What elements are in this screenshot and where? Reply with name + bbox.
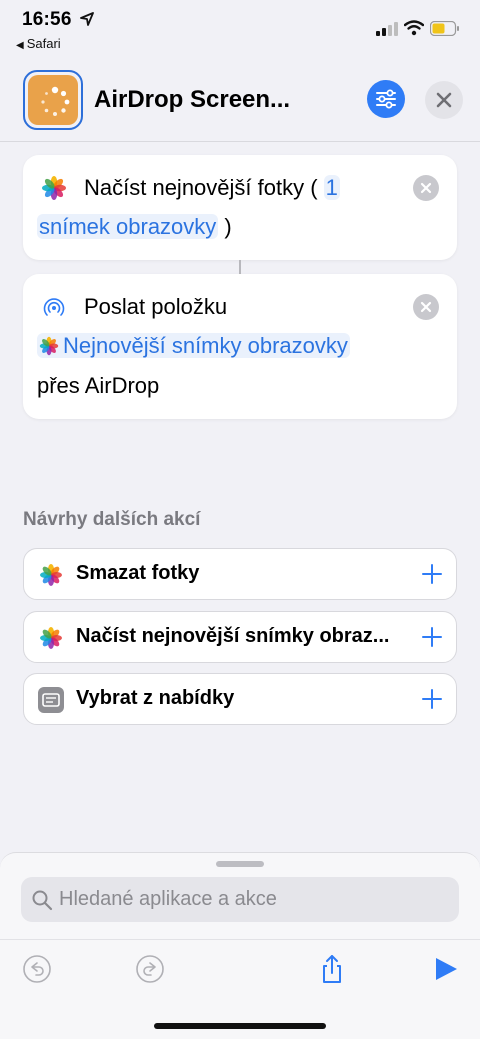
- wifi-icon: [404, 20, 424, 36]
- action-1-line-2: snímek obrazovky ): [37, 212, 232, 242]
- close-icon: [420, 301, 432, 313]
- photos-icon: [38, 562, 64, 588]
- redo-icon[interactable]: [135, 954, 165, 984]
- search-input[interactable]: [59, 877, 449, 922]
- back-app-label: Safari: [26, 36, 61, 51]
- photos-icon: [39, 336, 59, 356]
- shortcut-header: AirDrop Screen...: [0, 64, 480, 142]
- battery-icon: [430, 21, 459, 36]
- action-search-sheet: [0, 852, 480, 1039]
- menu-icon: [38, 687, 64, 713]
- location-arrow-icon: [80, 12, 94, 26]
- latest-screenshots-label: Nejnovější snímky obrazovky: [63, 333, 348, 358]
- action-card-fetch-photos[interactable]: Načíst nejnovější fotky ( 1 snímek obraz…: [23, 155, 457, 260]
- suggestions-heading: Návrhy dalších akcí: [23, 509, 201, 530]
- back-triangle-icon: ◀: [16, 40, 24, 51]
- suggestion-fetch-screenshots[interactable]: Načíst nejnovější snímky obraz...: [23, 611, 457, 663]
- action-2-text: Poslat položku: [84, 294, 228, 319]
- share-icon[interactable]: [317, 954, 347, 984]
- search-icon: [32, 890, 53, 911]
- photos-icon: [40, 627, 62, 649]
- sliders-icon: [376, 89, 396, 109]
- suggestion-label: Načíst nejnovější snímky obraz...: [76, 625, 390, 647]
- suggestion-delete-photos[interactable]: Smazat fotky: [23, 548, 457, 600]
- play-icon[interactable]: [431, 954, 461, 984]
- photo-count-token[interactable]: 1: [323, 175, 340, 200]
- airdrop-icon: [43, 298, 65, 316]
- photo-type-token[interactable]: snímek obrazovky: [37, 214, 219, 239]
- via-airdrop-text: přes AirDrop: [37, 373, 160, 398]
- shortcut-icon: [28, 75, 78, 125]
- back-to-app-link[interactable]: ◀ Safari: [16, 36, 61, 51]
- action-2-line-2: Nejnovější snímky obrazovky: [37, 331, 350, 361]
- action-card-airdrop[interactable]: Poslat položku Nejnovější snímky obrazov…: [23, 274, 457, 419]
- status-time: 16:56: [22, 9, 72, 30]
- bottom-toolbar: [0, 939, 480, 999]
- suggestion-label: Smazat fotky: [76, 562, 200, 584]
- close-icon: [420, 182, 432, 194]
- action-connector: [239, 260, 241, 274]
- status-bar: 16:56 ◀ Safari: [0, 0, 480, 56]
- cellular-signal-icon: [376, 22, 398, 36]
- suggestion-choose-from-menu[interactable]: Vybrat z nabídky: [23, 673, 457, 725]
- action-2-line-1: Poslat položku: [84, 292, 227, 322]
- action-1-line-1: Načíst nejnovější fotky ( 1: [84, 173, 340, 203]
- undo-icon[interactable]: [22, 954, 52, 984]
- home-indicator: [154, 1023, 326, 1029]
- suggestion-label: Vybrat z nabídky: [76, 687, 235, 709]
- remove-action-button[interactable]: [413, 175, 439, 201]
- action-2-line-3: přes AirDrop: [37, 371, 159, 401]
- shortcut-title[interactable]: AirDrop Screen...: [94, 86, 290, 114]
- sheet-grabber[interactable]: [216, 861, 264, 867]
- shortcut-icon-button[interactable]: [23, 70, 83, 130]
- plus-icon[interactable]: [420, 562, 444, 586]
- search-bar[interactable]: [21, 877, 459, 922]
- latest-screenshots-token[interactable]: Nejnovější snímky obrazovky: [37, 333, 350, 358]
- action-1-text: Načíst nejnovější fotky (: [84, 175, 318, 200]
- plus-icon[interactable]: [420, 625, 444, 649]
- loading-spinner-icon: [41, 86, 70, 116]
- photos-icon: [42, 176, 66, 200]
- close-button[interactable]: [425, 81, 463, 119]
- action-1-closing-paren: ): [224, 214, 232, 239]
- plus-icon[interactable]: [420, 687, 444, 711]
- remove-action-button[interactable]: [413, 294, 439, 320]
- close-icon: [436, 92, 452, 108]
- settings-button[interactable]: [367, 80, 405, 118]
